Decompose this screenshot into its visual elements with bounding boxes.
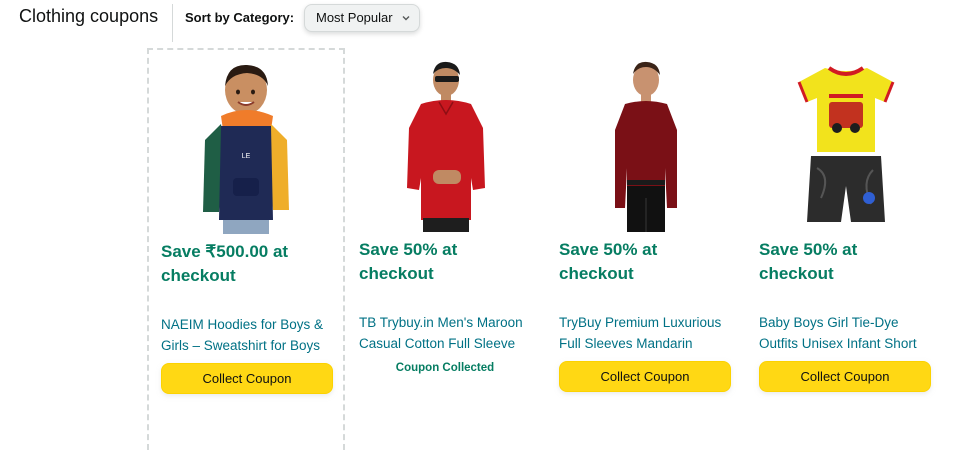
product-line: Casual Cotton Full Sleeve — [359, 336, 516, 351]
promo-line: Save 50% at — [359, 240, 458, 259]
product-image-maroon-shirt[interactable] — [547, 58, 745, 232]
coupon-card: Save 50% at checkout Baby Boys Girl Tie-… — [747, 48, 945, 450]
promo-text: Save ₹500.00 at checkout — [161, 240, 337, 288]
promo-line: checkout — [161, 266, 236, 285]
product-title-link[interactable]: TryBuy Premium Luxurious Full Sleeves Ma… — [559, 312, 739, 354]
collect-coupon-button[interactable]: Collect Coupon — [559, 361, 731, 392]
product-image-baby-outfit[interactable] — [747, 58, 945, 232]
collect-coupon-button[interactable]: Collect Coupon — [161, 363, 333, 394]
header-divider — [172, 4, 173, 42]
coupon-card: LE Save ₹500.00 at checkout NAEIM Hoodie… — [147, 48, 345, 450]
promo-line: checkout — [559, 264, 634, 283]
promo-line: Save 50% at — [559, 240, 658, 259]
product-image-hoodie[interactable]: LE — [149, 60, 343, 234]
product-title-link[interactable]: NAEIM Hoodies for Boys & Girls – Sweatsh… — [161, 314, 341, 356]
promo-text: Save 50% at checkout — [559, 238, 735, 286]
section-title: Clothing coupons — [19, 6, 159, 26]
product-line: Baby Boys Girl Tie-Dye — [759, 315, 899, 330]
product-line: TryBuy Premium Luxurious — [559, 315, 722, 330]
product-line: NAEIM Hoodies for Boys & — [161, 317, 324, 332]
chevron-down-icon — [402, 16, 410, 21]
product-line: TB Trybuy.in Men's Maroon — [359, 315, 523, 330]
sort-selected-value: Most Popular — [316, 10, 393, 25]
promo-line: Save 50% at — [759, 240, 858, 259]
coupon-header: Clothing coupons Sort by Category: Most … — [0, 0, 958, 42]
coupon-card: Save 50% at checkout TryBuy Premium Luxu… — [547, 48, 745, 450]
promo-line: checkout — [359, 264, 434, 283]
svg-text:LE: LE — [242, 153, 251, 160]
promo-text: Save 50% at checkout — [359, 238, 535, 286]
product-line: Girls – Sweatshirt for Boys — [161, 338, 321, 353]
collect-coupon-button[interactable]: Collect Coupon — [759, 361, 931, 392]
promo-text: Save 50% at checkout — [759, 238, 935, 286]
coupon-card: Save 50% at checkout TB Trybuy.in Men's … — [347, 48, 545, 450]
sort-category-dropdown[interactable]: Most Popular — [304, 4, 420, 32]
product-line: Full Sleeves Mandarin — [559, 336, 693, 351]
product-title-link[interactable]: Baby Boys Girl Tie-Dye Outfits Unisex In… — [759, 312, 939, 354]
product-title-link[interactable]: TB Trybuy.in Men's Maroon Casual Cotton … — [359, 312, 539, 354]
coupon-collected-status: Coupon Collected — [395, 362, 495, 374]
product-image-red-shirt[interactable] — [347, 58, 545, 232]
sort-label: Sort by Category: — [185, 10, 295, 25]
promo-line: Save ₹500.00 at — [161, 242, 289, 261]
product-line: Outfits Unisex Infant Short — [759, 336, 917, 351]
promo-line: checkout — [759, 264, 834, 283]
